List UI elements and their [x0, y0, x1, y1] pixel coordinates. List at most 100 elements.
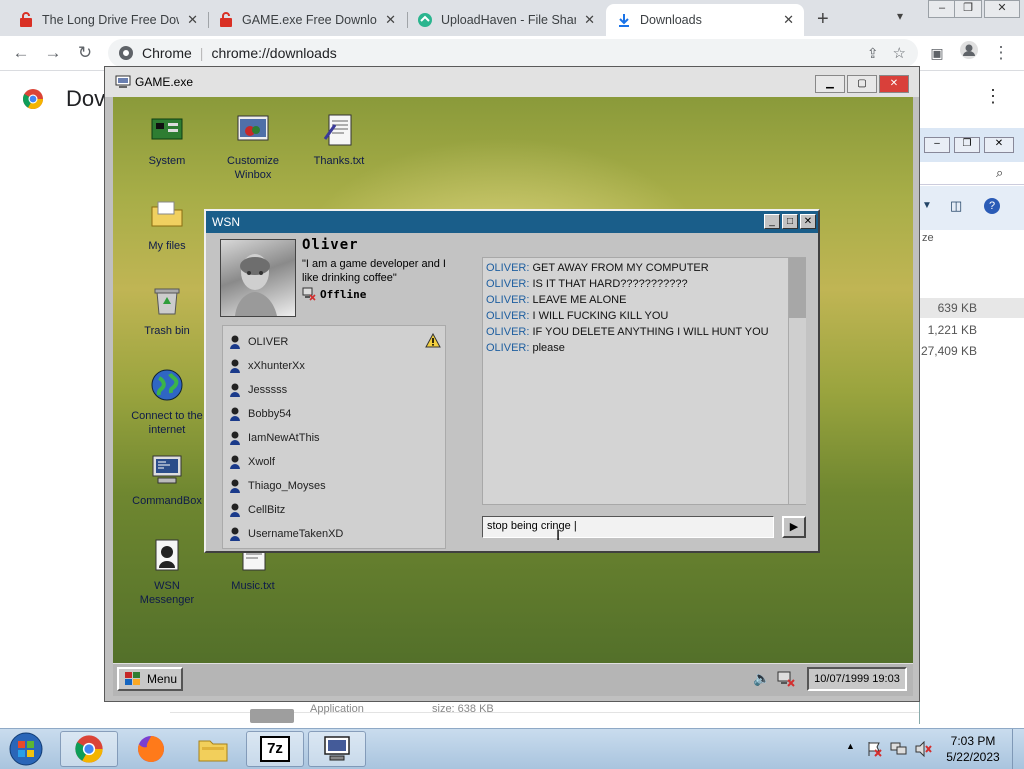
help-icon[interactable]: ? [984, 198, 1000, 214]
minimize-button[interactable]: – [924, 137, 950, 153]
close-button[interactable]: ✕ [800, 214, 816, 229]
taskbar-app-explorer[interactable] [184, 731, 242, 767]
text-cursor-icon: I [556, 528, 561, 544]
volume-icon[interactable]: 🔈 [753, 670, 770, 687]
contact-list: OLIVER xXhunterXx Jesssss Bobby54 IamNew… [222, 325, 446, 549]
minimize-button[interactable]: ▁ [815, 75, 845, 93]
side-panel-icon[interactable]: ▣ [924, 40, 950, 66]
network-icon[interactable] [890, 741, 908, 757]
contact-item[interactable]: Bobby54 [229, 404, 291, 424]
profile-quote: "I am a game developer and I like drinki… [302, 258, 446, 284]
scrollbar-thumb[interactable] [789, 258, 806, 318]
taskbar-app-chrome[interactable] [60, 731, 118, 767]
close-icon[interactable]: ✕ [187, 12, 198, 28]
explorer-search-field[interactable]: ⌕ [920, 162, 1024, 185]
clock[interactable]: 7:03 PM 5/22/2023 [942, 733, 1004, 765]
desktop-icon-wsn-messenger[interactable]: WSN Messenger [126, 538, 208, 607]
bookmark-star-icon[interactable]: ☆ [893, 44, 906, 62]
pane-icon[interactable]: ◫ [950, 198, 962, 214]
show-hidden-icons-chevron[interactable]: ▲ [846, 741, 855, 751]
chrome-icon [75, 735, 103, 763]
send-button[interactable]: ▶ [782, 516, 806, 538]
tab-uploadhaven[interactable]: UploadHaven - File Sharin ✕ [407, 4, 605, 36]
contact-item[interactable]: Jesssss [229, 380, 287, 400]
tab-search-chevron-icon[interactable]: ▾ [897, 9, 903, 23]
message-text: IS IT THAT HARD??????????? [532, 278, 688, 290]
volume-muted-icon[interactable] [914, 741, 932, 757]
show-desktop-button[interactable] [1012, 729, 1024, 769]
share-icon[interactable]: ⇪ [867, 45, 879, 62]
contact-item[interactable]: xXhunterXx [229, 356, 305, 376]
menu-button[interactable]: Menu [117, 667, 183, 691]
message-sender: OLIVER: [486, 278, 530, 290]
desktop-icon-commandbox[interactable]: CommandBox [126, 453, 208, 508]
message-sender: OLIVER: [486, 262, 530, 274]
close-button[interactable]: ✕ [984, 137, 1014, 153]
profile-name: Oliver [302, 237, 359, 253]
reload-button[interactable]: ↻ [72, 40, 98, 66]
chat-scrollbar[interactable] [788, 258, 806, 504]
close-button[interactable]: ✕ [879, 75, 909, 93]
contact-item[interactable]: IamNewAtThis [229, 428, 320, 448]
contact-item[interactable]: CellBitz [229, 500, 285, 520]
contact-name: OLIVER [248, 336, 289, 348]
new-tab-button[interactable]: + [817, 8, 829, 31]
message-text: I WILL FUCKING KILL YOU [532, 310, 669, 322]
contact-item[interactable]: Xwolf [229, 452, 275, 472]
close-icon[interactable]: ✕ [584, 12, 595, 28]
maximize-button[interactable]: □ [782, 214, 798, 229]
taskbar-app-7zip[interactable]: 7z [246, 731, 304, 767]
desktop-icon-thanks-txt[interactable]: Thanks.txt [298, 113, 380, 168]
start-button[interactable] [6, 731, 46, 767]
maximize-button[interactable]: ▢ [847, 75, 877, 93]
contact-item-oliver[interactable]: OLIVER [229, 332, 288, 352]
maximize-button[interactable]: ❐ [954, 137, 980, 153]
desktop-icon-system[interactable]: System [126, 113, 208, 168]
desktop-icon-customize[interactable]: Customize Winbox [212, 113, 294, 182]
contact-name: Jesssss [248, 384, 288, 396]
downloads-menu-icon[interactable]: ⋮ [984, 86, 1002, 107]
minimize-button[interactable]: – [928, 0, 956, 18]
user-icon [230, 431, 240, 445]
message-sender: OLIVER: [486, 342, 530, 354]
action-center-flag-icon[interactable] [866, 741, 882, 757]
tab-game-exe[interactable]: GAME.exe Free Download ✕ [208, 4, 406, 36]
close-button[interactable]: ✕ [984, 0, 1020, 18]
back-button[interactable]: ← [8, 40, 34, 66]
terminal-icon [152, 455, 182, 484]
icon-label: WSN Messenger [139, 580, 195, 606]
maximize-button[interactable]: ❐ [954, 0, 982, 18]
message-input[interactable]: stop being cringe | [482, 516, 774, 538]
address-bar[interactable]: Chrome | chrome://downloads ⇪ ☆ [108, 39, 918, 67]
menu-kebab-icon[interactable]: ⋮ [988, 40, 1014, 66]
icon-label: Thanks.txt [313, 155, 365, 167]
contact-item[interactable]: UsernameTakenXD [229, 524, 343, 544]
game-titlebar[interactable]: GAME.exe ▁ ▢ ✕ [105, 67, 919, 97]
dropdown-chevron-icon[interactable]: ▼ [922, 200, 932, 211]
globe-icon [151, 369, 183, 401]
desktop-icon-my-files[interactable]: My files [126, 198, 208, 253]
desktop-icon-trash-bin[interactable]: Trash bin [126, 283, 208, 338]
close-icon[interactable]: ✕ [783, 12, 794, 28]
close-icon[interactable]: ✕ [385, 12, 396, 28]
wsn-titlebar[interactable]: WSN _ □ ✕ [206, 211, 818, 233]
profile-avatar-icon[interactable] [956, 40, 982, 66]
game-app-icon [324, 736, 350, 761]
status-text: Offline [320, 287, 367, 301]
minimize-button[interactable]: _ [764, 214, 780, 229]
taskbar-app-firefox[interactable] [122, 731, 180, 767]
taskbar-app-game[interactable] [308, 731, 366, 767]
customize-icon [237, 115, 269, 141]
tab-the-long-drive[interactable]: The Long Drive Free Dow ✕ [8, 4, 208, 36]
forward-button[interactable]: → [40, 40, 66, 66]
user-icon [230, 503, 240, 517]
profile-status: Offline [302, 287, 366, 301]
tab-title: UploadHaven - File Sharin [441, 13, 577, 27]
tab-downloads[interactable]: Downloads ✕ [606, 4, 804, 36]
desktop-icon-connect-internet[interactable]: Connect to the internet [126, 368, 208, 437]
icon-label: CommandBox [132, 495, 202, 507]
network-disconnected-icon[interactable] [777, 671, 795, 687]
icon-label: Music.txt [231, 580, 275, 592]
uploadhaven-logo-icon [418, 13, 432, 27]
contact-item[interactable]: Thiago_Moyses [229, 476, 326, 496]
